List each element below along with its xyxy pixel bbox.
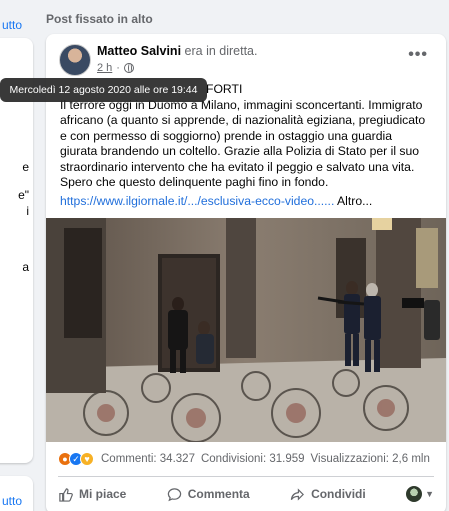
section-title: Post fissato in alto (46, 12, 153, 26)
cathedral-scene-image (46, 218, 446, 442)
share-button[interactable]: Condividi (290, 487, 366, 502)
like-button[interactable]: Mi piace (58, 487, 126, 502)
author-action: era in diretta. (184, 44, 258, 58)
left-text-fragment: e (22, 160, 29, 174)
pinned-post: Matteo Salvini era in diretta. 2 h · •••… (46, 34, 446, 511)
see-more-link[interactable]: Altro... (337, 194, 372, 208)
left-see-all-link-2[interactable]: utto (2, 494, 22, 508)
comment-icon (167, 487, 181, 501)
like-label: Mi piace (79, 487, 127, 501)
globe-icon (123, 63, 134, 73)
left-text-fragment: e" (18, 188, 29, 202)
share-label: Condividi (311, 487, 366, 501)
post-text-body: Il terrore oggi in Duomo a Milano, immag… (60, 97, 426, 190)
left-text-fragment: i (26, 204, 29, 218)
user-avatar (406, 486, 423, 502)
separator-dot: · (116, 62, 120, 74)
more-options-icon[interactable]: ••• (408, 46, 428, 64)
chevron-down-icon: ▼ (425, 489, 434, 499)
left-see-all-link[interactable]: utto (2, 18, 22, 32)
post-actions: Mi piace Commenta Condividi ▼ (58, 483, 434, 505)
actions-divider (58, 476, 434, 477)
share-arrow-icon (290, 487, 305, 501)
post-link: https://www.ilgiornale.it/.../esclusiva-… (60, 194, 372, 208)
engagement-counts: Commenti: 34.327 Condivisioni: 31.959 Vi… (101, 453, 430, 465)
comment-label: Commenta (187, 487, 250, 501)
post-meta: 2 h · (97, 62, 134, 74)
post-header: Matteo Salvini era in diretta. (97, 44, 258, 58)
author-avatar[interactable] (59, 44, 91, 76)
video-thumbnail[interactable] (46, 218, 446, 442)
post-timestamp[interactable]: 2 h (97, 62, 112, 74)
views-count: Visualizzazioni: 2,6 mln (310, 453, 430, 465)
thumbs-up-icon (59, 487, 73, 502)
author-name[interactable]: Matteo Salvini (97, 44, 181, 58)
article-link[interactable]: https://www.ilgiornale.it/.../esclusiva-… (60, 194, 334, 208)
timestamp-tooltip: Mercoledì 12 agosto 2020 alle ore 19:44 (0, 78, 207, 102)
shares-count[interactable]: Condivisioni: 31.959 (201, 453, 305, 465)
comments-count[interactable]: Commenti: 34.327 (101, 453, 195, 465)
left-text-fragment: a (22, 260, 29, 274)
care-reaction-icon[interactable]: ♥ (80, 452, 94, 466)
reactions-bar: ● ✓ ♥ Commenti: 34.327 Condivisioni: 31.… (58, 452, 430, 466)
react-as-selector[interactable]: ▼ (406, 486, 434, 502)
comment-button[interactable]: Commenta (167, 487, 250, 502)
